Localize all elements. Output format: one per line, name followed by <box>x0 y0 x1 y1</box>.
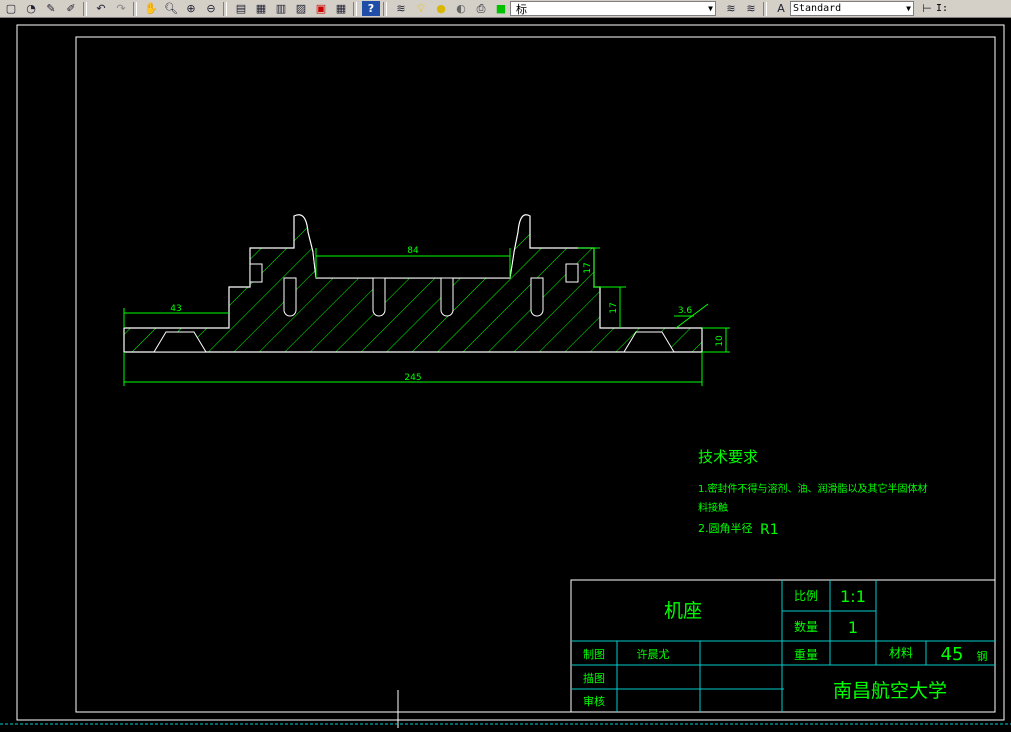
tech-line-2-value: R1 <box>760 522 779 538</box>
tech-heading: 技术要求 <box>698 448 758 466</box>
help-icon[interactable]: ? <box>362 1 380 16</box>
layer-dropdown[interactable]: 标 ▼ <box>510 1 716 16</box>
pin-hole-3 <box>440 277 454 317</box>
pencil-icon[interactable]: ✎ <box>42 1 60 16</box>
material-value: 45 <box>941 644 964 665</box>
dimension-style-value[interactable]: I: <box>936 3 948 14</box>
zoom-previous-icon[interactable]: ⊖ <box>202 1 220 16</box>
dim-text-43: 43 <box>170 304 181 314</box>
groove-fill <box>318 253 508 277</box>
separator <box>763 1 767 16</box>
dim-text-245: 245 <box>404 373 421 383</box>
layer-color-icon: ■ <box>495 2 507 15</box>
layer-previous-icon[interactable]: ≋ <box>742 1 760 16</box>
text-style-icon[interactable]: A <box>772 1 790 16</box>
sheet-set-icon[interactable]: ▨ <box>292 1 310 16</box>
dim-text-17-upper: 17 <box>583 262 593 273</box>
pin-hole-4 <box>530 277 544 317</box>
zoom-window-icon[interactable]: ⊕ <box>182 1 200 16</box>
pan-icon[interactable]: ✋ <box>142 1 160 16</box>
drawn-label: 制图 <box>583 648 605 661</box>
dim-text-17-lower: 17 <box>609 302 619 313</box>
make-layer-current-icon[interactable]: ≋ <box>722 1 740 16</box>
calculator-icon[interactable]: ▦ <box>332 1 350 16</box>
zoom-realtime-icon[interactable]: 🔍︎ <box>162 1 180 16</box>
scale-label: 比例 <box>794 589 818 603</box>
text-style-value: Standard <box>793 3 842 14</box>
layer-freeze-icon: ● <box>436 2 446 15</box>
pin-hole-2 <box>372 277 386 317</box>
material-label: 材料 <box>889 646 913 660</box>
new-icon[interactable]: ▢ <box>2 1 20 16</box>
institution-name: 南昌航空大学 <box>833 680 947 702</box>
scale-value: 1:1 <box>840 587 866 606</box>
tech-line-2-prefix: 2.圆角半径 <box>698 521 753 535</box>
material-suffix: 钢 <box>977 650 988 663</box>
dim-text-chamfer: 3.6 <box>678 306 693 316</box>
chevron-down-icon: ▼ <box>708 4 713 13</box>
dim-text-84: 84 <box>407 246 419 256</box>
pin-hole-1 <box>283 277 297 317</box>
weight-label: 重量 <box>794 648 818 662</box>
dim-text-10: 10 <box>715 335 725 347</box>
separator <box>353 1 357 16</box>
layer-on-icon: 💡︎ <box>417 1 425 15</box>
qty-label: 数量 <box>794 619 818 634</box>
redo-icon[interactable]: ↷ <box>112 1 130 16</box>
properties-icon[interactable]: ▤ <box>232 1 250 16</box>
traced-label: 描图 <box>583 671 605 685</box>
layer-name: 标 <box>516 2 527 16</box>
tech-line-1: 1.密封件不得与溶剂、油、润滑脂以及其它半固体材 <box>698 482 928 495</box>
title-block-text: 机座 比例 1:1 数量 1 重量 材料 45 钢 制图 许晨尤 描图 审核 南… <box>583 587 988 708</box>
slot-left <box>249 263 263 283</box>
markup-icon[interactable]: ▣ <box>312 1 330 16</box>
technical-requirements: 技术要求 1.密封件不得与溶剂、油、润滑脂以及其它半固体材 料接触 2.圆角半径… <box>698 448 928 538</box>
undo-icon[interactable]: ↶ <box>92 1 110 16</box>
separator <box>223 1 227 16</box>
paper-outer-border <box>16 24 1005 721</box>
part-name: 机座 <box>664 600 702 622</box>
part-section <box>123 214 703 353</box>
text-style-dropdown[interactable]: Standard ▼ <box>790 1 914 16</box>
chevron-down-icon: ▼ <box>906 4 911 13</box>
part-outline <box>123 214 703 353</box>
match-properties-icon[interactable]: ✐ <box>62 1 80 16</box>
standard-toolbar: ▢ ◔ ✎ ✐ ↶ ↷ ✋ 🔍︎ ⊕ ⊖ ▤ ▦ ▥ ▨ ▣ ▦ ? ≋ 💡︎ … <box>0 0 1011 18</box>
slot-right <box>565 263 579 283</box>
open-icon[interactable]: ◔ <box>22 1 40 16</box>
design-center-icon[interactable]: ▦ <box>252 1 270 16</box>
layer-manager-icon[interactable]: ≋ <box>392 1 410 16</box>
layer-plot-icon: ⎙ <box>476 1 486 15</box>
qty-value: 1 <box>848 618 858 637</box>
tech-line-1b: 料接触 <box>698 501 728 514</box>
checked-label: 审核 <box>583 694 605 708</box>
separator <box>83 1 87 16</box>
drawing-canvas[interactable]: 84 17 17 43 3.6 10 245 技术要求 1.密封件不得与溶剂、油… <box>0 18 1011 728</box>
separator <box>133 1 137 16</box>
dimension-style-icon[interactable]: ⊢ <box>918 1 936 16</box>
tool-palettes-icon[interactable]: ▥ <box>272 1 290 16</box>
drawn-name: 许晨尤 <box>637 648 670 661</box>
separator <box>383 1 387 16</box>
layer-lock-icon: ◐ <box>456 2 466 15</box>
